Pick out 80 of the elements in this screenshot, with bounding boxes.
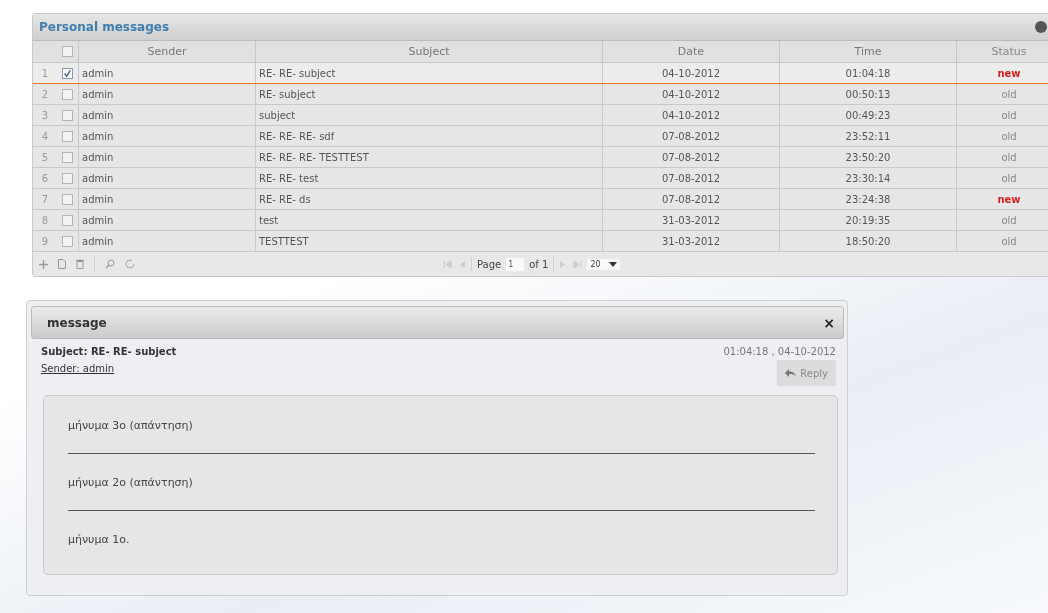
- table-row[interactable]: 7 admin RE- RE- ds 07-08-2012 23:24:38 new: [33, 189, 1048, 210]
- page-count: of 1: [529, 258, 549, 270]
- table-cell: RE- subject: [256, 84, 603, 104]
- table-cell-text: old: [1000, 108, 1018, 123]
- table-cell: admin: [79, 210, 256, 230]
- table-cell: 00:50:13: [780, 84, 957, 104]
- page-input[interactable]: 1: [506, 257, 525, 271]
- table-row[interactable]: 2 admin RE- subject 04-10-2012 00:50:13 old: [33, 84, 1048, 105]
- table-cell: 07-08-2012: [603, 126, 780, 146]
- column-header[interactable]: Subject: [256, 41, 603, 62]
- table-cell: admin: [79, 84, 256, 104]
- table-row[interactable]: 8 admin test 31-03-2012 20:19:35 old: [33, 210, 1048, 231]
- row-number: 7: [41, 193, 49, 205]
- table-cell: 18:50:20: [780, 231, 957, 251]
- table-cell-text: old: [1000, 150, 1018, 165]
- table-cell: 01:04:18: [780, 63, 957, 83]
- table-row[interactable]: 5 admin RE- RE- RE- TESTTEST 07-08-2012 23:50:20 old: [33, 147, 1048, 168]
- table-cell: 20:19:35: [780, 210, 957, 230]
- table-cell-text: old: [1000, 171, 1018, 186]
- table-cell: 04-10-2012: [603, 63, 780, 83]
- table-cell-text: old: [1000, 87, 1018, 102]
- column-header[interactable]: Time: [780, 41, 957, 62]
- dialog-title: message: [47, 315, 107, 330]
- table-row[interactable]: 1 admin RE- RE- subject 04-10-2012 01:04:18 new: [33, 63, 1048, 84]
- table-row[interactable]: 9 admin TESTTEST 31-03-2012 18:50:20 old: [33, 231, 1048, 252]
- table-cell: 04-10-2012: [603, 84, 780, 104]
- table-cell: admin: [79, 168, 256, 188]
- table-cell: 31-03-2012: [603, 210, 780, 230]
- table-cell: 23:52:11: [780, 126, 957, 146]
- panel-title: Personal messages: [39, 20, 170, 34]
- table-cell: 23:24:38: [780, 189, 957, 209]
- table-cell: RE- RE- RE- sdf: [256, 126, 603, 146]
- table-cell: admin: [79, 147, 256, 167]
- table-cell: 31-03-2012: [603, 231, 780, 251]
- table-cell: RE- RE- subject: [256, 63, 603, 83]
- table-cell-text: new: [996, 192, 1022, 207]
- table-row[interactable]: 6 admin RE- RE- test 07-08-2012 23:30:14 old: [33, 168, 1048, 189]
- table-cell: 07-08-2012: [603, 168, 780, 188]
- sender-link[interactable]: Sender: admin: [41, 363, 177, 374]
- table-cell: admin: [79, 63, 256, 83]
- table-cell: RE- RE- RE- TESTTEST: [256, 147, 603, 167]
- table-cell: 04-10-2012: [603, 105, 780, 125]
- table-cell: admin: [79, 231, 256, 251]
- page-size-select[interactable]: 20: [587, 258, 620, 270]
- table-cell: TESTTEST: [256, 231, 603, 251]
- row-number: 2: [41, 88, 49, 100]
- message-text: μήνυμα 3ο (απάντηση): [68, 419, 194, 432]
- table-cell: admin: [79, 105, 256, 125]
- row-number: 5: [41, 151, 49, 163]
- table-cell-text: old: [1000, 234, 1018, 249]
- table-cell: 23:30:14: [780, 168, 957, 188]
- page-label: Page: [477, 258, 502, 270]
- row-number: 4: [41, 130, 49, 142]
- row-number: 1: [41, 67, 49, 79]
- table-row[interactable]: 3 admin subject 04-10-2012 00:49:23 old: [33, 105, 1048, 126]
- table-cell: RE- RE- test: [256, 168, 603, 188]
- row-number: 3: [41, 109, 49, 121]
- table-cell: 00:49:23: [780, 105, 957, 125]
- message-text: μήνυμα 2ο (απάντηση): [68, 476, 194, 489]
- table-cell: RE- RE- ds: [256, 189, 603, 209]
- table-cell: test: [256, 210, 603, 230]
- table-cell: 23:50:20: [780, 147, 957, 167]
- table-cell: admin: [79, 126, 256, 146]
- row-number: 6: [41, 172, 49, 184]
- message-timestamp: 01:04:18 , 04-10-2012: [723, 346, 836, 357]
- table-cell: 07-08-2012: [603, 147, 780, 167]
- row-number: 9: [41, 235, 49, 247]
- message-text: μήνυμα 1ο.: [68, 533, 131, 546]
- row-number: 8: [41, 214, 49, 226]
- column-header[interactable]: Sender: [79, 41, 256, 62]
- table-cell-text: old: [1000, 213, 1018, 228]
- table-cell-text: old: [1000, 129, 1018, 144]
- table-cell: 07-08-2012: [603, 189, 780, 209]
- table-cell: subject: [256, 105, 603, 125]
- table-cell: admin: [79, 189, 256, 209]
- close-button[interactable]: ×: [823, 314, 835, 331]
- table-cell-text: new: [996, 66, 1022, 81]
- table-row[interactable]: 4 admin RE- RE- RE- sdf 07-08-2012 23:52:11 old: [33, 126, 1048, 147]
- column-header[interactable]: Date: [603, 41, 780, 62]
- message-subject: Subject: RE- RE- subject: [41, 346, 177, 357]
